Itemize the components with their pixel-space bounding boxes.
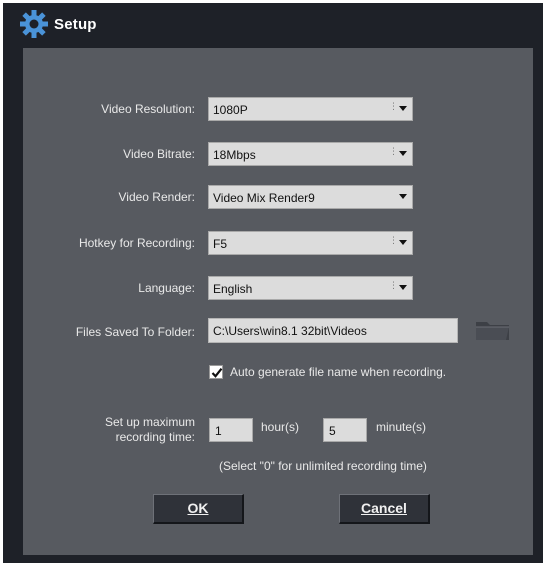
video-bitrate-label: Video Bitrate: [123,147,195,161]
hours-unit-label: hour(s) [261,420,300,434]
folder-path-value: C:\Users\win8.1 32bit\Videos [213,324,367,338]
minutes-value: 5 [329,424,336,438]
chevron-down-icon [399,194,407,199]
chevron-down-icon [399,106,407,111]
folder-label: Files Saved To Folder: [75,325,195,339]
video-bitrate-value: 18Mbps [213,148,256,162]
hotkey-select[interactable]: F5 ⋮ [208,231,413,255]
chevron-down-icon [399,151,407,156]
max-time-label-line2: recording time: [115,430,195,444]
auto-generate-label: Auto generate file name when recording. [230,365,447,379]
hours-value: 1 [215,424,222,438]
video-render-select[interactable]: Video Mix Render9 [208,185,413,209]
hotkey-value: F5 [213,237,228,251]
chevron-down-icon [399,285,407,290]
cancel-button[interactable]: Cancel [339,494,430,524]
dropdown-dots: ⋮ [389,101,398,111]
video-render-value: Video Mix Render9 [213,191,315,205]
video-bitrate-select[interactable]: 18Mbps ⋮ [208,142,413,166]
video-resolution-select[interactable]: 1080P ⋮ [208,97,413,121]
max-time-label-line1: Set up maximum [104,415,195,429]
language-label: Language: [138,281,195,295]
language-value: English [213,282,253,296]
minutes-input[interactable]: 5 [323,418,367,442]
video-resolution-value: 1080P [213,103,248,117]
dropdown-dots: ⋮ [389,235,398,245]
hotkey-label: Hotkey for Recording: [78,236,195,250]
language-select[interactable]: English ⋮ [208,276,413,300]
ok-button[interactable]: OK [153,494,244,524]
setup-dialog: Setup Video Resolution: 1080P ⋮ Video Bi… [3,3,543,563]
chevron-down-icon [399,240,407,245]
video-render-label: Video Render: [118,190,196,204]
video-resolution-label: Video Resolution: [101,102,195,116]
title-bar[interactable]: Setup [3,3,543,47]
dropdown-dots: ⋮ [389,280,398,290]
dropdown-dots: ⋮ [389,146,398,156]
folder-icon[interactable] [475,318,511,342]
auto-generate-checkbox[interactable] [209,365,223,379]
unlimited-note: (Select "0" for unlimited recording time… [219,459,427,473]
minutes-unit-label: minute(s) [376,420,427,434]
gear-icon [20,10,48,38]
window-title: Setup [54,16,97,33]
folder-path-field[interactable]: C:\Users\win8.1 32bit\Videos [208,318,458,343]
settings-panel: Video Resolution: 1080P ⋮ Video Bitrate:… [23,48,533,555]
checkmark-icon [211,368,223,378]
hours-input[interactable]: 1 [209,418,253,442]
